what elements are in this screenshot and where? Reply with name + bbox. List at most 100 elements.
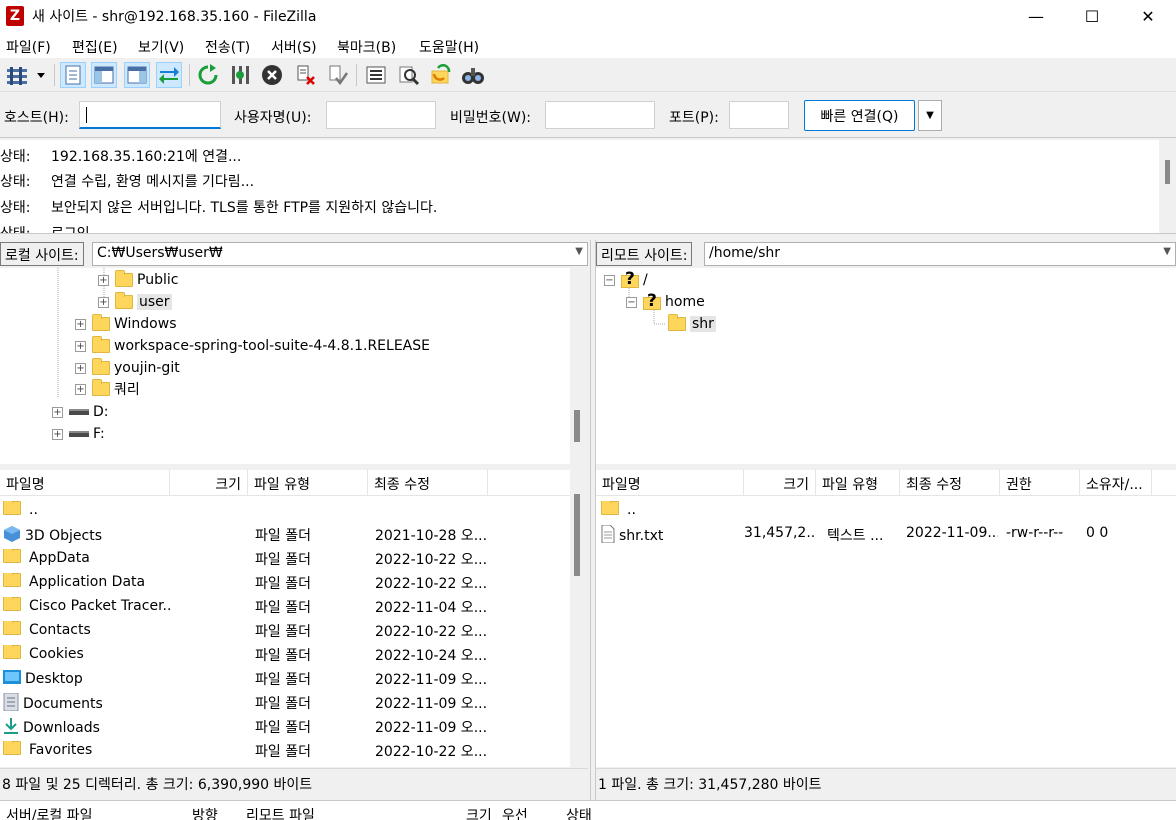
column-header-modified[interactable]: 최종 수정 — [368, 470, 488, 496]
menu-server[interactable]: 서버(S) — [271, 37, 317, 57]
minimize-button[interactable]: — — [1008, 0, 1064, 32]
search-button[interactable] — [460, 62, 486, 88]
column-header-modified[interactable]: 최종 수정 — [900, 470, 1000, 496]
local-file-row[interactable]: 3D Objects 파일 폴더 2021-10-28 오... — [0, 522, 570, 546]
expand-icon[interactable]: + — [52, 406, 63, 418]
local-file-row[interactable]: Downloads 파일 폴더 2022-11-09 오... — [0, 714, 570, 738]
local-file-row[interactable]: Contacts 파일 폴더 2022-10-22 오... — [0, 618, 570, 642]
toggle-log-button[interactable] — [60, 62, 86, 88]
column-header-type[interactable]: 파일 유형 — [248, 470, 368, 496]
toggle-remote-tree-button[interactable] — [124, 62, 150, 88]
collapse-icon[interactable]: − — [626, 296, 637, 308]
port-input[interactable] — [729, 101, 789, 129]
close-window-button[interactable]: ✕ — [1120, 0, 1176, 32]
reconnect-button[interactable] — [324, 62, 350, 88]
column-header-name[interactable]: 파일명^ — [0, 470, 170, 496]
tree-node-drive-d[interactable]: + D: — [52, 401, 109, 423]
host-input[interactable] — [79, 101, 221, 129]
transfer-queue-button[interactable] — [156, 62, 182, 88]
queue-header-status[interactable]: 상태 — [566, 805, 592, 820]
remote-path-input[interactable]: /home/shr ▼ — [704, 242, 1176, 266]
site-manager-button[interactable] — [3, 62, 47, 88]
tree-node-youjin-git[interactable]: + youjin-git — [75, 357, 180, 379]
toggle-local-tree-button[interactable] — [91, 62, 117, 88]
local-file-row[interactable]: Desktop 파일 폴더 2022-11-09 오... — [0, 666, 570, 690]
column-header-name[interactable]: 파일명^ — [596, 470, 744, 496]
queue-header-local-file[interactable]: 서버/로컬 파일 — [6, 805, 92, 820]
tree-node-workspace[interactable]: + workspace-spring-tool-suite-4-4.8.1.REL… — [75, 335, 430, 357]
expand-icon[interactable]: + — [52, 428, 63, 440]
tree-node-windows[interactable]: + Windows — [75, 313, 177, 335]
file-name: Downloads — [23, 720, 100, 736]
file-type: 파일 폴더 — [255, 624, 311, 640]
queue-header-size[interactable]: 크기 — [466, 805, 492, 820]
local-path-input[interactable]: C:₩Users₩user₩ ▼ — [92, 242, 588, 266]
menu-edit[interactable]: 편집(E) — [72, 37, 118, 57]
process-queue-icon — [232, 66, 249, 84]
tree-node-home[interactable]: −? home — [626, 291, 705, 313]
tree-node-user[interactable]: + user — [98, 291, 172, 313]
maximize-button[interactable]: ☐ — [1064, 0, 1120, 32]
expand-icon[interactable]: + — [98, 296, 109, 308]
log-scrollbar[interactable] — [1159, 140, 1176, 233]
tree-node-shr[interactable]: shr — [668, 313, 716, 335]
local-file-row[interactable]: Documents 파일 폴더 2022-11-09 오... — [0, 690, 570, 714]
column-header-owner[interactable]: 소유자/... — [1080, 470, 1152, 496]
local-file-row[interactable]: Cookies 파일 폴더 2022-10-24 오... — [0, 642, 570, 666]
queue-header-priority[interactable]: 우선 — [502, 805, 528, 820]
quickconnect-button[interactable]: 빠른 연결(Q) — [804, 100, 915, 131]
collapse-icon[interactable]: − — [604, 274, 615, 286]
column-header-size[interactable]: 크기 — [170, 470, 248, 496]
unknown-folder-icon: ? — [643, 291, 661, 311]
local-file-list-scrollbar-thumb[interactable] — [574, 494, 580, 576]
chevron-down-icon[interactable]: ▼ — [1163, 246, 1171, 257]
tree-node-label: workspace-spring-tool-suite-4-4.8.1.RELE… — [114, 338, 430, 354]
file-size: 31,457,2... — [744, 525, 814, 541]
log-scrollbar-thumb[interactable] — [1165, 160, 1170, 184]
expand-icon[interactable]: + — [75, 340, 86, 352]
password-input[interactable] — [545, 101, 655, 129]
cancel-button[interactable] — [259, 62, 285, 88]
tree-node-root[interactable]: −? / — [604, 269, 648, 291]
tree-node-drive-f[interactable]: + F: — [52, 423, 105, 445]
remote-file-row[interactable]: .. — [596, 498, 1176, 522]
folder-icon — [3, 741, 21, 755]
tree-node-public[interactable]: + Public — [98, 269, 178, 291]
column-header-size[interactable]: 크기 — [744, 470, 816, 496]
queue-header-remote-file[interactable]: 리모트 파일 — [246, 805, 315, 820]
menu-view[interactable]: 보기(V) — [138, 37, 184, 57]
column-header-permissions[interactable]: 권한 — [1000, 470, 1080, 496]
local-tree-scrollbar-thumb[interactable] — [574, 410, 580, 442]
chevron-down-icon[interactable]: ▼ — [575, 246, 583, 257]
process-queue-button[interactable] — [227, 62, 253, 88]
local-file-row[interactable]: Application Data 파일 폴더 2022-10-22 오... — [0, 570, 570, 594]
disconnect-button[interactable] — [292, 62, 318, 88]
local-file-row[interactable]: Favorites 파일 폴더 2022-10-22 오... — [0, 738, 570, 762]
filter-button[interactable] — [396, 62, 422, 88]
local-file-row[interactable]: .. — [0, 498, 570, 522]
username-input[interactable] — [326, 101, 436, 129]
queue-header-direction[interactable]: 방향 — [192, 805, 218, 820]
file-modified: 2022-11-09 오... — [375, 720, 488, 736]
menu-help[interactable]: 도움말(H) — [419, 37, 479, 57]
local-file-row[interactable]: AppData 파일 폴더 2022-10-22 오... — [0, 546, 570, 570]
local-file-row[interactable]: Cisco Packet Tracer... 파일 폴더 2022-11-04 오.… — [0, 594, 570, 618]
tree-node-query[interactable]: + 쿼리 — [75, 378, 140, 400]
column-header-type[interactable]: 파일 유형 — [816, 470, 900, 496]
refresh-button[interactable] — [195, 62, 221, 88]
expand-icon[interactable]: + — [75, 362, 86, 374]
expand-icon[interactable]: + — [98, 274, 109, 286]
local-tree-scrollbar[interactable] — [570, 268, 588, 464]
remote-file-row[interactable]: shr.txt 31,457,2... 텍스트 ... 2022-11-09... -r… — [596, 522, 1176, 546]
expand-icon[interactable]: + — [75, 383, 86, 395]
directory-listing-button[interactable] — [363, 62, 389, 88]
menu-file[interactable]: 파일(F) — [6, 37, 51, 57]
remote-status: 1 파일. 총 크기: 31,457,280 바이트 — [596, 768, 1176, 796]
quickconnect-dropdown-button[interactable]: ▼ — [918, 100, 942, 131]
menu-bookmarks[interactable]: 북마크(B) — [337, 37, 396, 57]
menu-transfer[interactable]: 전송(T) — [205, 37, 250, 57]
message-log: 상태: 192.168.35.160:21에 연결... 상태: 연결 수립, 환영… — [0, 140, 1176, 234]
local-file-list-scrollbar[interactable] — [570, 470, 588, 767]
sync-browse-button[interactable] — [428, 62, 454, 88]
expand-icon[interactable]: + — [75, 318, 86, 330]
